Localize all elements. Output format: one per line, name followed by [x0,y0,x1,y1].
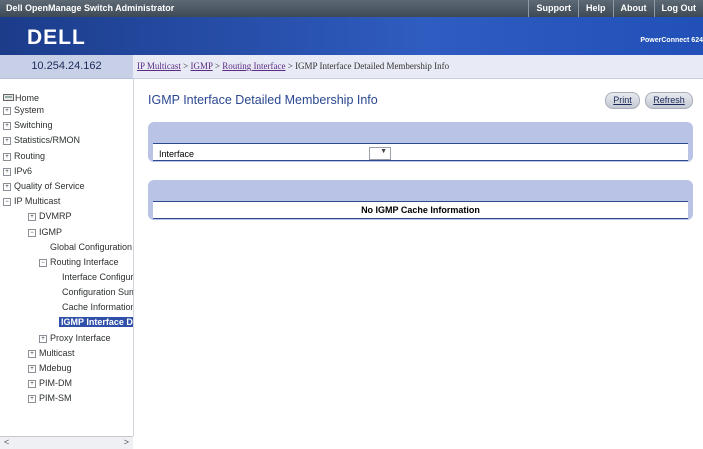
nav-label: Routing Interface [50,257,119,267]
nav-item-dvmrp[interactable]: +DVMRP [28,211,72,221]
nav-item-routing-interface[interactable]: −Routing Interface [39,257,119,267]
nav-label: Interface Configura [62,272,134,282]
nav-label: Statistics/RMON [14,135,80,145]
breadcrumb-separator: > [288,61,293,71]
breadcrumb-ip-multicast[interactable]: IP Multicast [137,61,181,71]
nav-item-proxy-interface[interactable]: +Proxy Interface [39,333,111,343]
nav-item-home[interactable]: Home [3,93,39,103]
nav-item-interface-configuration[interactable]: Interface Configura [62,272,134,282]
dell-logo: DELL [27,26,86,50]
nav-label: Switching [14,120,53,130]
scroll-left-icon[interactable]: < [4,437,9,447]
nav-label: Global Configuration [50,242,132,252]
no-cache-message: No IGMP Cache Information [153,205,688,215]
about-link[interactable]: About [613,0,654,17]
brand-bar: DELL PowerConnect 624 [0,17,703,55]
expand-icon[interactable]: + [3,183,11,191]
nav-label: Proxy Interface [50,333,111,343]
nav-item-igmp[interactable]: −IGMP [28,227,62,237]
home-icon [3,94,14,101]
expand-icon[interactable]: + [3,107,11,115]
help-link[interactable]: Help [578,0,613,17]
nav-item-mdebug[interactable]: +Mdebug [28,363,72,373]
collapse-icon[interactable]: − [28,229,36,237]
nav-item-ipv6[interactable]: +IPv6 [3,166,32,176]
nav-item-global-configuration[interactable]: Global Configuration [50,242,132,252]
nav-label: Quality of Service [14,181,85,191]
nav-item-switching[interactable]: +Switching [3,120,53,130]
chevron-down-icon: ▼ [380,148,387,155]
nav-item-multicast[interactable]: +Multicast [28,348,75,358]
support-link[interactable]: Support [528,0,578,17]
nav-label: Mdebug [39,363,72,373]
breadcrumb-separator: > [183,61,188,71]
expand-icon[interactable]: + [28,365,36,373]
nav-tree: Home +System +Switching +Statistics/RMON… [0,79,134,436]
nav-item-cache-information[interactable]: Cache Information [62,302,134,312]
logout-link[interactable]: Log Out [654,0,703,17]
expand-icon[interactable]: + [28,350,36,358]
nav-label: Home [15,93,39,103]
scroll-right-icon[interactable]: > [124,437,129,447]
nav-item-routing[interactable]: +Routing [3,151,45,161]
nav-label: Routing [14,151,45,161]
nav-item-ip-multicast[interactable]: −IP Multicast [3,196,60,206]
nav-item-pim-sm[interactable]: +PIM-SM [28,393,72,403]
interface-row: Interface ▼ [153,143,688,161]
product-name: PowerConnect 624 [640,37,703,44]
breadcrumb-igmp[interactable]: IGMP [191,61,213,71]
nav-item-configuration-summary[interactable]: Configuration Sum [62,287,134,297]
nav-label: IPv6 [14,166,32,176]
nav-item-system[interactable]: +System [3,105,44,115]
nav-label: IGMP [39,227,62,237]
print-button[interactable]: Print [605,92,640,109]
cache-row: No IGMP Cache Information [153,201,688,219]
nav-label: PIM-DM [39,378,72,388]
expand-icon[interactable]: + [28,395,36,403]
nav-label: DVMRP [39,211,72,221]
nav-item-igmp-interface-detail[interactable]: IGMP Interface D [59,317,134,327]
expand-icon[interactable]: + [3,137,11,145]
interface-select[interactable]: ▼ [369,147,391,160]
nav-item-statistics[interactable]: +Statistics/RMON [3,135,80,145]
cache-panel: No IGMP Cache Information [148,180,693,220]
refresh-button[interactable]: Refresh [645,92,693,109]
collapse-icon[interactable]: − [39,259,47,267]
expand-icon[interactable]: + [39,335,47,343]
nav-label: Configuration Sum [62,287,134,297]
expand-icon[interactable]: + [28,213,36,221]
nav-label: IGMP Interface D [61,317,133,327]
nav-item-qos[interactable]: +Quality of Service [3,181,85,191]
page-title: IGMP Interface Detailed Membership Info [148,93,378,107]
breadcrumb-bar: IP Multicast > IGMP > Routing Interface … [133,55,703,79]
nav-label: PIM-SM [39,393,72,403]
app-title: Dell OpenManage Switch Administrator [6,3,174,13]
nav-label: System [14,105,44,115]
expand-icon[interactable]: + [3,122,11,130]
expand-icon[interactable]: + [28,380,36,388]
expand-icon[interactable]: + [3,168,11,176]
breadcrumb-routing-interface[interactable]: Routing Interface [222,61,285,71]
breadcrumb-current: IGMP Interface Detailed Membership Info [295,61,449,71]
nav-item-pim-dm[interactable]: +PIM-DM [28,378,72,388]
collapse-icon[interactable]: − [3,198,11,206]
top-links: Support Help About Log Out [528,0,703,17]
nav-label: Cache Information [62,302,134,312]
interface-label: Interface [159,149,194,159]
top-bar: Dell OpenManage Switch Administrator Sup… [0,0,703,17]
nav-horizontal-scrollbar[interactable]: < > [0,436,133,449]
breadcrumb: IP Multicast > IGMP > Routing Interface … [137,61,449,71]
ip-address-bar: 10.254.24.162 [0,55,133,79]
nav-label: IP Multicast [14,196,60,206]
expand-icon[interactable]: + [3,153,11,161]
interface-panel: Interface ▼ [148,122,693,162]
ip-address: 10.254.24.162 [0,60,133,72]
nav-label: Multicast [39,348,75,358]
breadcrumb-separator: > [215,61,220,71]
